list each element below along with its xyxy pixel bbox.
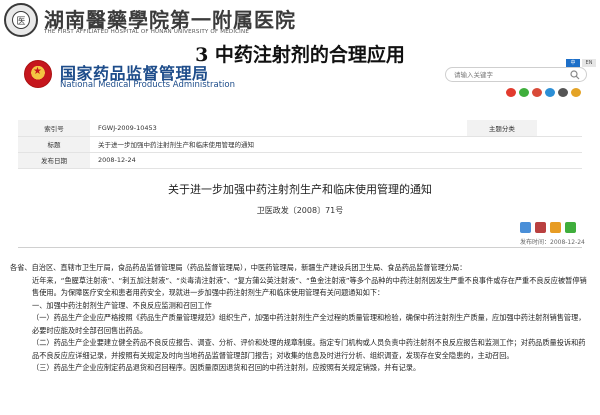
social-share-bar <box>506 88 581 97</box>
search-icon[interactable] <box>570 70 580 80</box>
body-paragraph-item-3: （三）药品生产企业应制定药品退货和召回程序。因质量原因退货和召回的中药注射剂，应… <box>32 363 421 372</box>
body-paragraph-item-2: （二）药品生产企业要建立健全药品不良反应报告、调查、分析、评价和处理的规章制度。… <box>32 338 586 360</box>
qq-icon[interactable] <box>545 88 555 97</box>
meta-row-date: 发布日期 2008-12-24 <box>18 152 582 169</box>
category-label: 主题分类 <box>466 120 537 137</box>
document-tools <box>520 222 576 233</box>
date-value: 2008-12-24 <box>90 152 582 169</box>
body-paragraph-intro: 近年来，“鱼腥草注射液”、“刺五加注射液”、“炎毒清注射液”、“复方蒲公英注射液… <box>32 275 587 298</box>
index-value: FGWJ-2009-10453 <box>90 120 467 137</box>
meta-row-index: 索引号 FGWJ-2009-10453 主题分类 <box>18 120 582 137</box>
lang-cn-button[interactable]: 中 <box>566 59 580 67</box>
date-label: 发布日期 <box>18 152 90 169</box>
wechat-icon[interactable] <box>519 88 529 97</box>
body-paragraph-salutation: 各省、自治区、直辖市卫生厅局，食品药品监督管理局（药品监督管理局），中医药管理局… <box>10 263 467 272</box>
lang-en-button[interactable]: EN <box>582 59 596 67</box>
print-icon[interactable] <box>520 222 531 233</box>
favorite-star-icon[interactable] <box>550 222 561 233</box>
body-paragraph-item-1: （一）药品生产企业应严格按照《药品生产质量管理规范》组织生产，加强中药注射剂生产… <box>32 313 586 335</box>
search-input[interactable] <box>454 70 564 80</box>
hospital-name-en: THE FIRST AFFILIATED HOSPITAL OF HUNAN U… <box>44 29 249 35</box>
body-section-heading: 一、加强中药注射剂生产管理、不良反应监测和召回工作 <box>32 300 212 310</box>
hospital-logo-char: 医 <box>12 11 30 29</box>
weibo-icon[interactable] <box>506 88 516 97</box>
title-label: 标题 <box>18 136 90 153</box>
publish-date: 发布时间：2008-12-24 <box>520 239 585 246</box>
index-label: 索引号 <box>18 120 90 137</box>
search-box <box>445 67 587 82</box>
hospital-header: 医 湖南醫藥學院第一附属医院 THE FIRST AFFILIATED HOSP… <box>0 0 600 40</box>
nmpa-name-en[interactable]: National Medical Products Administration <box>60 80 235 90</box>
hospital-logo-icon: 医 <box>4 3 38 37</box>
national-emblem-icon: ★ <box>24 60 52 88</box>
divider <box>18 247 582 248</box>
title-value: 关于进一步加强中药注射剂生产和临床使用管理的通知 <box>90 136 582 153</box>
document-number: 卫医政发〔2008〕71号 <box>256 206 344 215</box>
pdf-icon[interactable] <box>535 222 546 233</box>
share-wechat-icon[interactable] <box>565 222 576 233</box>
mobile-icon[interactable] <box>558 88 568 97</box>
rss-icon[interactable] <box>571 88 581 97</box>
document-title: 关于进一步加强中药注射剂生产和临床使用管理的通知 <box>168 183 432 196</box>
meta-row-title: 标题 关于进一步加强中药注射剂生产和临床使用管理的通知 <box>18 136 582 153</box>
document-meta-table: 索引号 FGWJ-2009-10453 主题分类 标题 关于进一步加强中药注射剂… <box>18 120 582 169</box>
category-value <box>536 120 582 137</box>
weibo-alt-icon[interactable] <box>532 88 542 97</box>
document-body: 各省、自治区、直辖市卫生厅局，食品药品监督管理局（药品监督管理局），中医药管理局… <box>10 262 592 375</box>
